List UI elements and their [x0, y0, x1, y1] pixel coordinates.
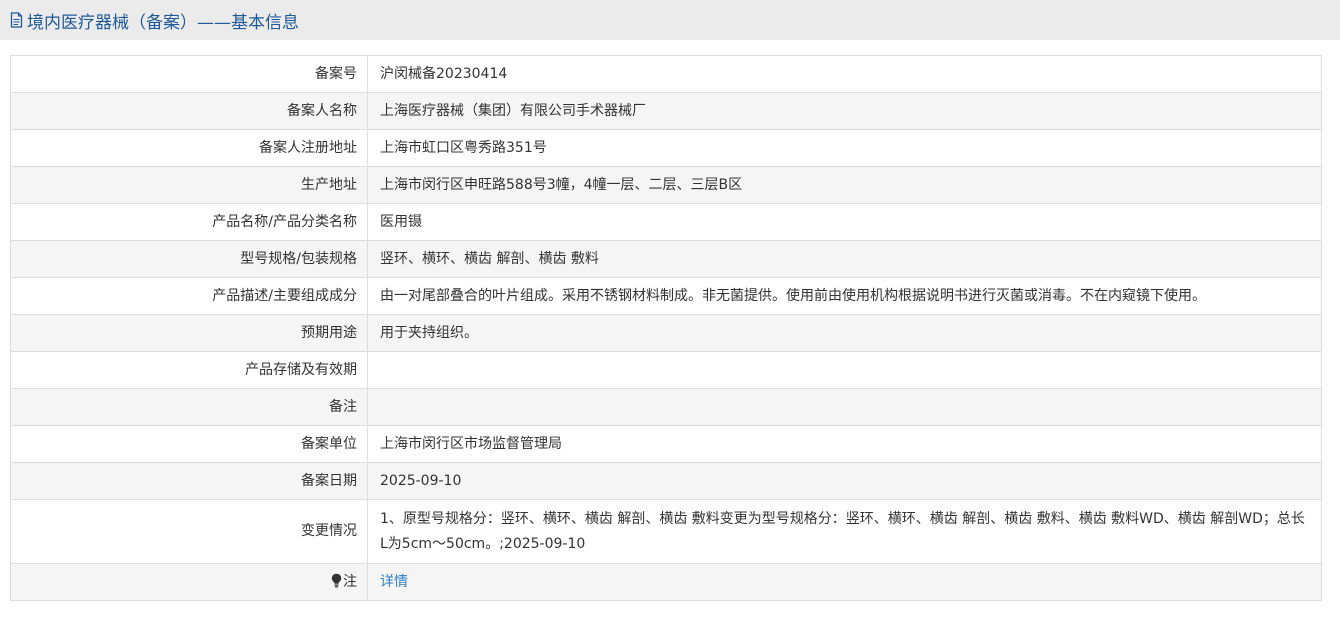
- table-row: 备案单位 上海市闵行区市场监督管理局: [10, 425, 1322, 463]
- row-label: 备注: [10, 388, 368, 426]
- row-label: 变更情况: [10, 499, 368, 564]
- row-value: 由一对尾部叠合的叶片组成。采用不锈钢材料制成。非无菌提供。使用前由使用机构根据说…: [367, 277, 1322, 315]
- row-value: 医用镊: [367, 203, 1322, 241]
- row-label: 型号规格/包装规格: [10, 240, 368, 278]
- table-row: 备案日期 2025-09-10: [10, 462, 1322, 500]
- table-row: 产品存储及有效期: [10, 351, 1322, 389]
- info-table-container: 备案号 沪闵械备20230414 备案人名称 上海医疗器械（集团）有限公司手术器…: [10, 55, 1322, 601]
- row-value: 竖环、横环、横齿 解剖、横齿 敷料: [367, 240, 1322, 278]
- row-label: 产品名称/产品分类名称: [10, 203, 368, 241]
- table-row: 预期用途 用于夹持组织。: [10, 314, 1322, 352]
- details-link[interactable]: 详情: [380, 574, 408, 590]
- row-value: 上海市闵行区申旺路588号3幢，4幢一层、二层、三层B区: [367, 166, 1322, 204]
- note-label: 注: [343, 573, 357, 590]
- row-label: 产品存储及有效期: [10, 351, 368, 389]
- page-header: 境内医疗器械（备案）——基本信息: [0, 0, 1340, 40]
- table-row: 型号规格/包装规格 竖环、横环、横齿 解剖、横齿 敷料: [10, 240, 1322, 278]
- table-row: 产品描述/主要组成成分 由一对尾部叠合的叶片组成。采用不锈钢材料制成。非无菌提供…: [10, 277, 1322, 315]
- table-row: 生产地址 上海市闵行区申旺路588号3幢，4幢一层、二层、三层B区: [10, 166, 1322, 204]
- row-label: 生产地址: [10, 166, 368, 204]
- table-row: 备案人注册地址 上海市虹口区粤秀路351号: [10, 129, 1322, 167]
- note-value-cell: 详情: [367, 563, 1322, 601]
- info-table: 备案号 沪闵械备20230414 备案人名称 上海医疗器械（集团）有限公司手术器…: [10, 55, 1322, 601]
- table-row: 备案人名称 上海医疗器械（集团）有限公司手术器械厂: [10, 92, 1322, 130]
- row-value: 上海医疗器械（集团）有限公司手术器械厂: [367, 92, 1322, 130]
- lightbulb-icon: [331, 573, 342, 588]
- table-row: 产品名称/产品分类名称 医用镊: [10, 203, 1322, 241]
- row-value: [367, 388, 1322, 426]
- table-row: 备案号 沪闵械备20230414: [10, 55, 1322, 93]
- row-label: 备案人名称: [10, 92, 368, 130]
- note-label-cell: 注: [10, 563, 368, 601]
- row-value: 1、原型号规格分：竖环、横环、横齿 解剖、横齿 敷料变更为型号规格分：竖环、横环…: [367, 499, 1322, 564]
- page-title: 境内医疗器械（备案）——基本信息: [27, 12, 299, 33]
- row-value: [367, 351, 1322, 389]
- table-row: 变更情况 1、原型号规格分：竖环、横环、横齿 解剖、横齿 敷料变更为型号规格分：…: [10, 499, 1322, 564]
- row-label: 备案人注册地址: [10, 129, 368, 167]
- row-label: 产品描述/主要组成成分: [10, 277, 368, 315]
- row-label: 备案单位: [10, 425, 368, 463]
- row-label: 预期用途: [10, 314, 368, 352]
- row-value: 上海市虹口区粤秀路351号: [367, 129, 1322, 167]
- document-icon: [10, 12, 23, 28]
- row-label: 备案号: [10, 55, 368, 93]
- row-value: 2025-09-10: [367, 462, 1322, 500]
- note-row: 注 详情: [10, 563, 1322, 601]
- row-label: 备案日期: [10, 462, 368, 500]
- row-value: 上海市闵行区市场监督管理局: [367, 425, 1322, 463]
- row-value: 用于夹持组织。: [367, 314, 1322, 352]
- table-row: 备注: [10, 388, 1322, 426]
- row-value: 沪闵械备20230414: [367, 55, 1322, 93]
